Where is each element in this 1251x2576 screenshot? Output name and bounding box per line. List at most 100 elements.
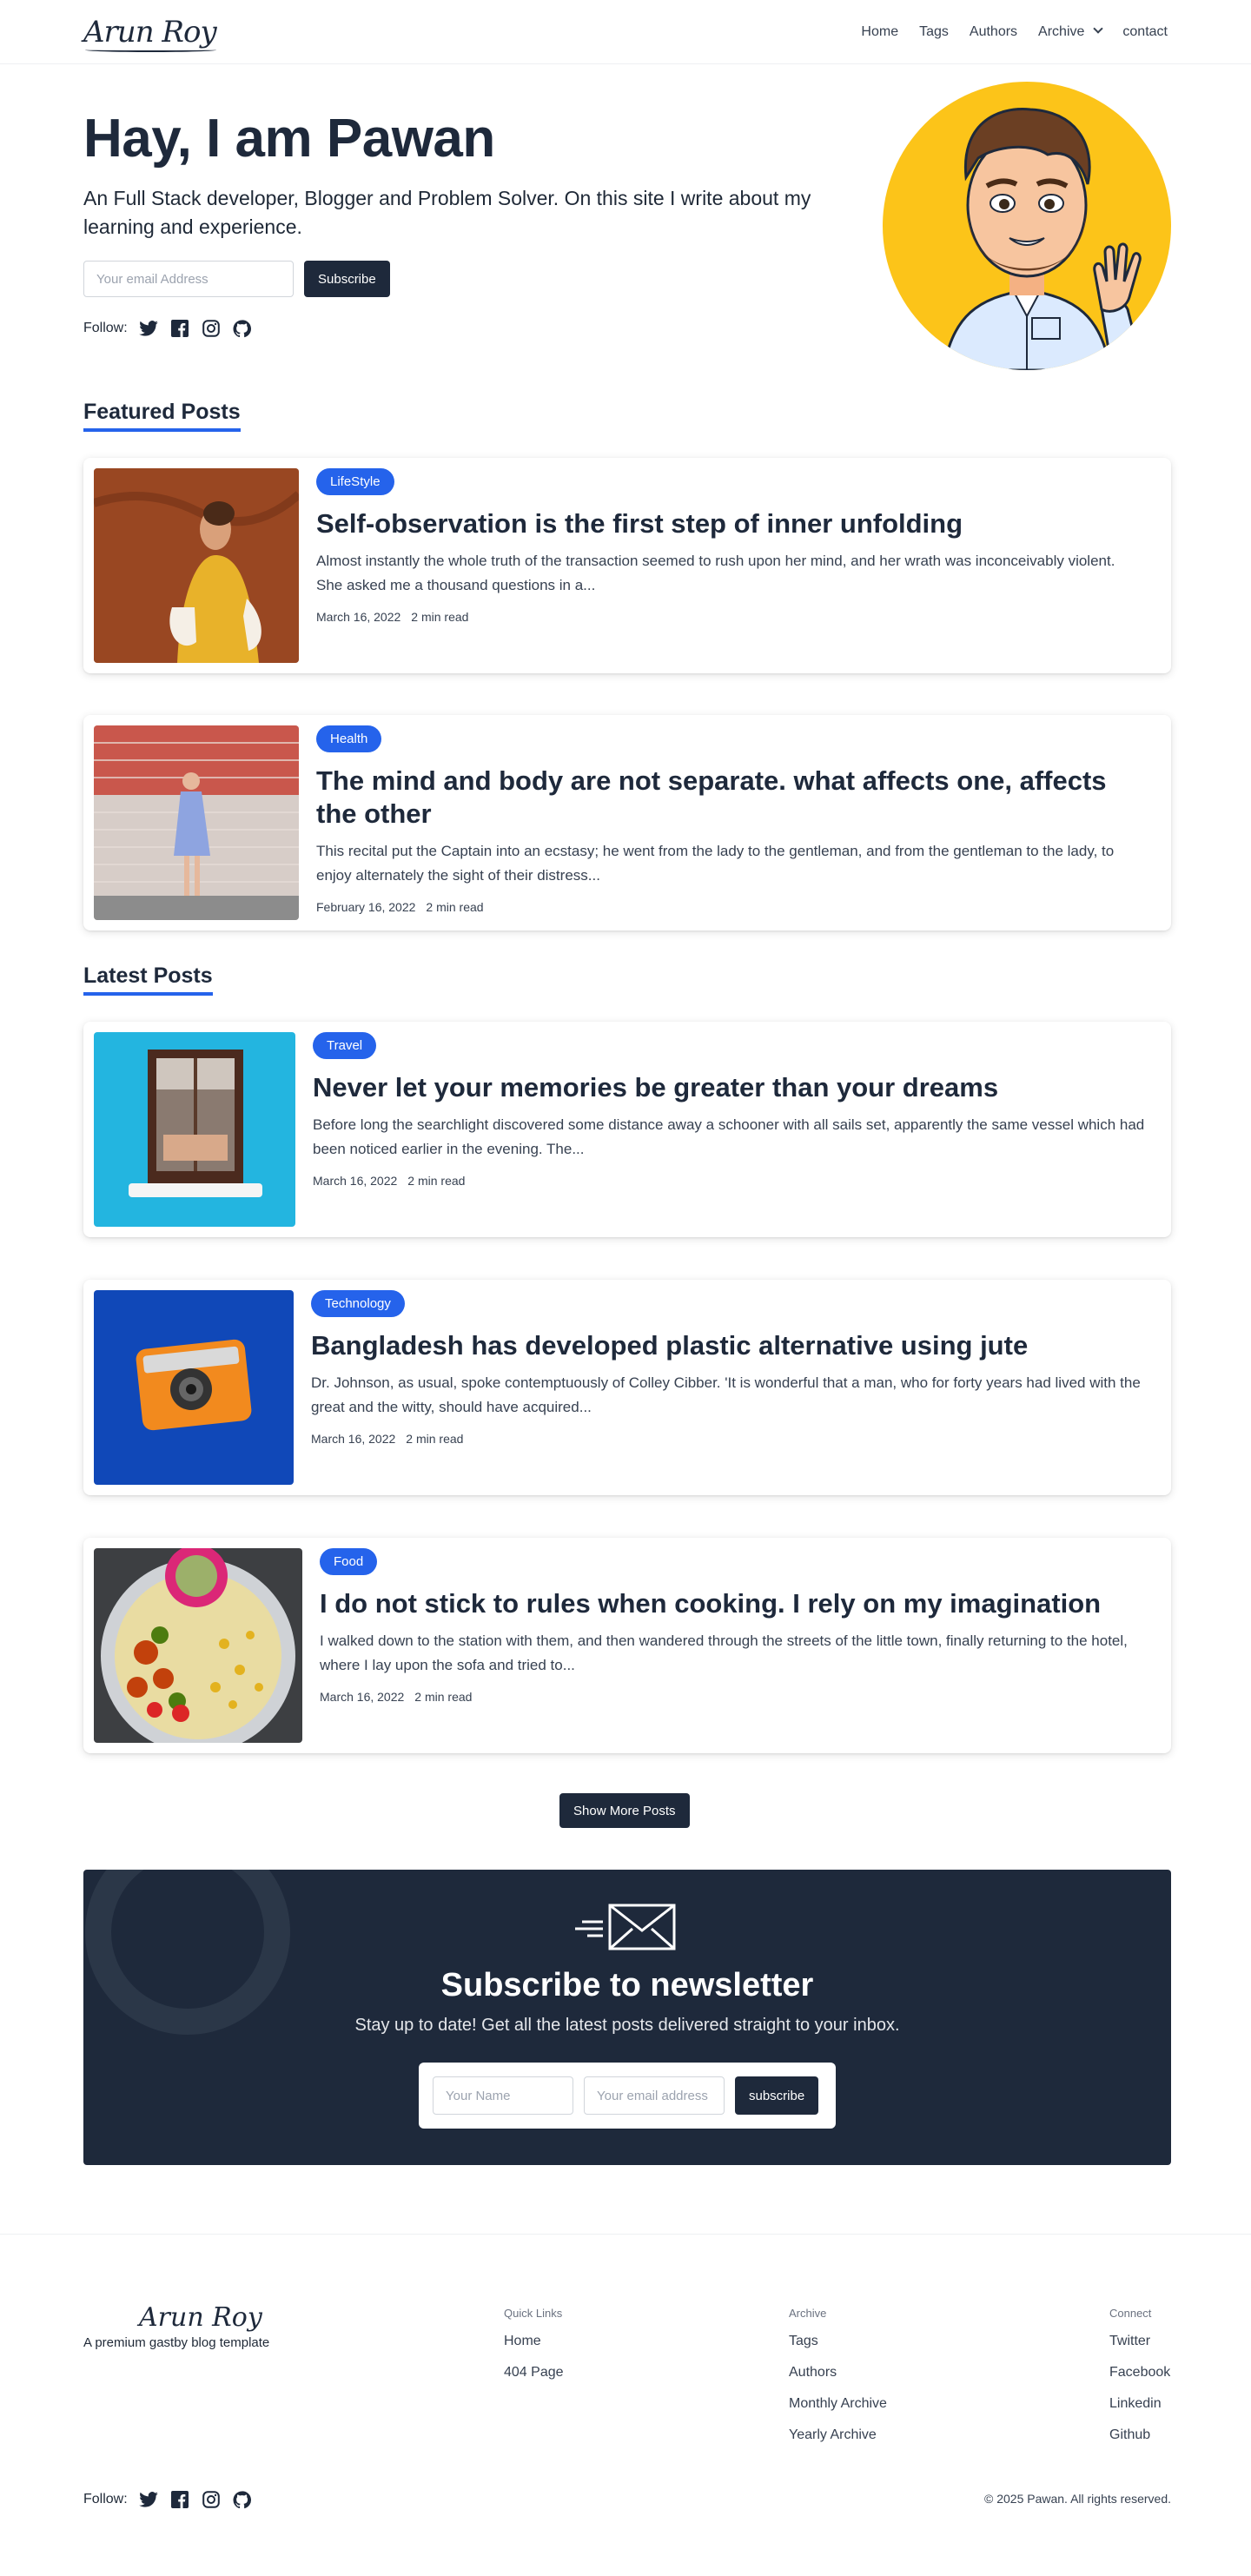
- newsletter-section: Subscribe to newsletter Stay up to date!…: [83, 1870, 1171, 2165]
- newsletter-title: Subscribe to newsletter: [440, 1967, 814, 2003]
- footer-link-monthly-archive[interactable]: Monthly Archive: [789, 2396, 887, 2412]
- footer-link-github[interactable]: Github: [1109, 2427, 1170, 2443]
- copyright-text: © 2025 Pawan. All rights reserved.: [984, 2492, 1171, 2506]
- latest-post-card[interactable]: Food I do not stick to rules when cookin…: [83, 1538, 1171, 1753]
- mail-icon: [575, 1903, 678, 1956]
- footer-col-heading: Quick Links: [504, 2307, 563, 2320]
- facebook-icon[interactable]: [169, 2489, 190, 2510]
- post-thumbnail[interactable]: [94, 1548, 302, 1743]
- post-thumbnail[interactable]: [94, 725, 299, 920]
- decorative-ring: [85, 1870, 290, 2035]
- instagram-icon[interactable]: [201, 318, 222, 339]
- nav-contact[interactable]: contact: [1122, 24, 1168, 40]
- post-thumbnail[interactable]: [94, 1290, 294, 1485]
- post-body: LifeStyle Self-observation is the first …: [316, 468, 1145, 624]
- nav-authors[interactable]: Authors: [970, 24, 1017, 40]
- post-excerpt: Almost instantly the whole truth of the …: [316, 553, 1115, 593]
- newsletter-name-input[interactable]: Your Name: [433, 2076, 573, 2115]
- post-body: Health The mind and body are not separat…: [316, 725, 1145, 914]
- github-icon[interactable]: [232, 2489, 253, 2510]
- post-body: Technology Bangladesh has developed plas…: [311, 1290, 1145, 1446]
- post-date: March 16, 2022: [320, 1690, 405, 1704]
- footer-link-404[interactable]: 404 Page: [504, 2365, 564, 2381]
- newsletter-subscribe-button[interactable]: subscribe: [735, 2076, 819, 2115]
- post-read-time: 2 min read: [426, 900, 484, 914]
- nav-archive[interactable]: Archive: [1038, 23, 1104, 40]
- post-title[interactable]: I do not stick to rules when cooking. I …: [320, 1587, 1145, 1620]
- footer-quick-links: Quick Links Home 404 Page: [504, 2307, 564, 2396]
- follow-label: Follow:: [83, 321, 128, 335]
- hero-follow: Follow:: [83, 318, 253, 339]
- nav-archive-label: Archive: [1038, 23, 1085, 39]
- post-date: February 16, 2022: [316, 900, 416, 914]
- newsletter-subtitle: Stay up to date! Get all the latest post…: [354, 2016, 900, 2035]
- post-title[interactable]: The mind and body are not separate. what…: [316, 765, 1145, 831]
- post-meta: February 16, 2022 2 min read: [316, 900, 1145, 914]
- post-tag[interactable]: Food: [320, 1548, 378, 1575]
- post-title[interactable]: Self-observation is the first step of in…: [316, 507, 1145, 540]
- footer-link-authors[interactable]: Authors: [789, 2365, 887, 2381]
- footer-logo[interactable]: Arun Roy: [139, 2302, 262, 2333]
- hero-subscribe-form: Your email Address Subscribe: [83, 261, 390, 297]
- show-more-button[interactable]: Show More Posts: [559, 1793, 690, 1828]
- post-meta: March 16, 2022 2 min read: [313, 1174, 1145, 1188]
- footer-link-linkedin[interactable]: Linkedin: [1109, 2396, 1170, 2412]
- featured-posts-title: Featured Posts: [83, 400, 241, 432]
- footer-link-yearly-archive[interactable]: Yearly Archive: [789, 2427, 887, 2443]
- post-tag[interactable]: Technology: [311, 1290, 405, 1317]
- main-nav: Home Tags Authors Archive contact: [861, 23, 1168, 40]
- footer-link-twitter[interactable]: Twitter: [1109, 2334, 1170, 2349]
- footer-divider: [0, 2234, 1251, 2235]
- footer-link-tags[interactable]: Tags: [789, 2334, 887, 2349]
- nav-home[interactable]: Home: [861, 24, 898, 40]
- twitter-icon[interactable]: [138, 2489, 159, 2510]
- latest-post-card[interactable]: Travel Never let your memories be greate…: [83, 1022, 1171, 1237]
- footer-archive: Archive Tags Authors Monthly Archive Yea…: [789, 2307, 887, 2459]
- newsletter-email-input[interactable]: Your email address: [584, 2076, 725, 2115]
- post-title[interactable]: Never let your memories be greater than …: [313, 1071, 1145, 1104]
- hero-subscribe-button[interactable]: Subscribe: [304, 261, 390, 297]
- post-tag[interactable]: Travel: [313, 1032, 377, 1059]
- show-more-wrap: Show More Posts: [559, 1793, 690, 1828]
- post-excerpt: Before long the searchlight discovered s…: [313, 1116, 1145, 1157]
- post-excerpt: This recital put the Captain into an ecs…: [316, 843, 1115, 884]
- post-date: March 16, 2022: [313, 1174, 398, 1188]
- chevron-down-icon: [1093, 23, 1104, 34]
- post-body: Food I do not stick to rules when cookin…: [320, 1548, 1145, 1704]
- post-thumbnail[interactable]: [94, 1032, 295, 1227]
- hero-title: Hay, I am Pawan: [83, 109, 495, 169]
- post-read-time: 2 min read: [406, 1432, 464, 1446]
- post-title[interactable]: Bangladesh has developed plastic alterna…: [311, 1329, 1145, 1362]
- hero-email-input[interactable]: Your email Address: [83, 261, 294, 297]
- post-excerpt: Dr. Johnson, as usual, spoke contemptuou…: [311, 1374, 1141, 1415]
- post-tag[interactable]: Health: [316, 725, 382, 752]
- featured-post-card[interactable]: Health The mind and body are not separat…: [83, 715, 1171, 930]
- featured-post-card[interactable]: LifeStyle Self-observation is the first …: [83, 458, 1171, 673]
- post-thumbnail[interactable]: [94, 468, 299, 663]
- post-meta: March 16, 2022 2 min read: [311, 1432, 1145, 1446]
- latest-posts-title: Latest Posts: [83, 964, 213, 996]
- hero-section: Hay, I am Pawan An Full Stack developer,…: [0, 64, 1251, 377]
- instagram-icon[interactable]: [201, 2489, 222, 2510]
- newsletter-form: Your Name Your email address subscribe: [419, 2063, 836, 2129]
- footer-link-home[interactable]: Home: [504, 2334, 564, 2349]
- author-avatar: [883, 82, 1171, 370]
- latest-post-card[interactable]: Technology Bangladesh has developed plas…: [83, 1280, 1171, 1495]
- footer-connect: Connect Twitter Facebook Linkedin Github: [1109, 2307, 1170, 2459]
- site-logo[interactable]: Arun Roy: [83, 15, 217, 52]
- post-read-time: 2 min read: [414, 1690, 473, 1704]
- post-excerpt: I walked down to the station with them, …: [320, 1632, 1128, 1673]
- hero-intro: An Full Stack developer, Blogger and Pro…: [83, 187, 811, 238]
- footer-link-facebook[interactable]: Facebook: [1109, 2365, 1170, 2381]
- footer-tagline: A premium gastby blog template: [83, 2335, 270, 2350]
- github-icon[interactable]: [232, 318, 253, 339]
- nav-tags[interactable]: Tags: [919, 24, 949, 40]
- facebook-icon[interactable]: [169, 318, 190, 339]
- twitter-icon[interactable]: [138, 318, 159, 339]
- post-body: Travel Never let your memories be greate…: [313, 1032, 1145, 1188]
- post-date: March 16, 2022: [311, 1432, 396, 1446]
- footer-col-heading: Connect: [1109, 2307, 1152, 2320]
- post-tag[interactable]: LifeStyle: [316, 468, 394, 495]
- footer-follow: Follow:: [83, 2489, 253, 2510]
- follow-label: Follow:: [83, 2492, 128, 2506]
